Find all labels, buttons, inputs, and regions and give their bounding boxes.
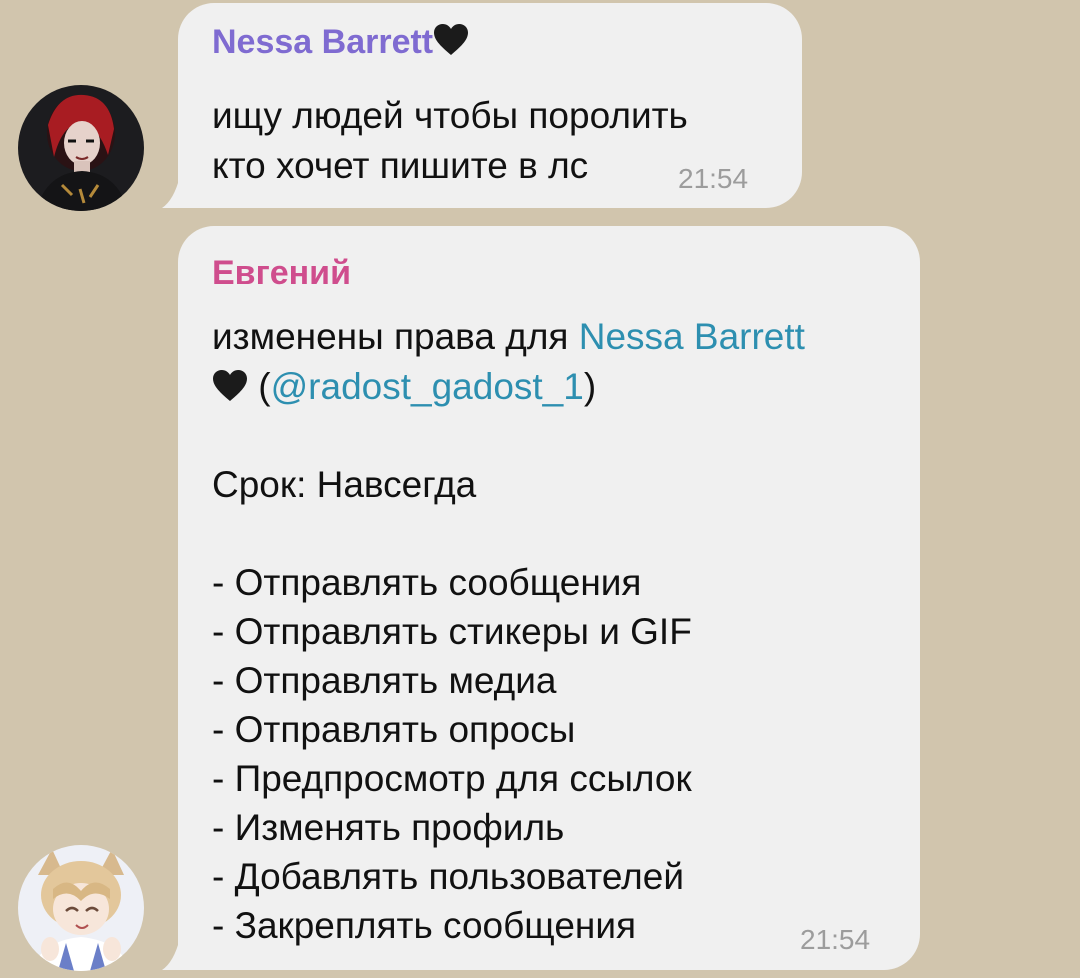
black-heart-icon: [212, 369, 248, 403]
right-item: - Отправлять стикеры и GIF: [212, 611, 692, 652]
close-paren: ): [583, 366, 597, 407]
message-text-line: ищу людей чтобы поролить: [212, 95, 688, 136]
right-item: - Отправлять опросы: [212, 709, 576, 750]
rights-intro-text: изменены права для: [212, 316, 569, 357]
right-item: - Добавлять пользователей: [212, 856, 685, 897]
right-item: - Изменять профиль: [212, 807, 565, 848]
term-text: Срок: Навсегда: [212, 464, 477, 505]
message-text-line: кто хочет пишите в лс: [212, 145, 589, 186]
anime-catboy-avatar-icon: [18, 845, 144, 971]
sender-name-text: Nessa Barrett: [212, 23, 434, 61]
right-item: - Отправлять сообщения: [212, 562, 642, 603]
girl-red-hair-avatar-icon: [18, 85, 144, 211]
right-item: - Закреплять сообщения: [212, 905, 637, 946]
right-item: - Отправлять медиа: [212, 660, 557, 701]
target-name-link[interactable]: Nessa Barrett: [579, 316, 805, 357]
bubble-tail: [162, 938, 180, 970]
sender-name[interactable]: Евгений: [212, 254, 351, 293]
avatar-evgeny[interactable]: [18, 845, 144, 971]
right-item: - Предпросмотр для ссылок: [212, 758, 692, 799]
sender-name[interactable]: Nessa Barrett: [212, 23, 469, 62]
username-link[interactable]: @radost_gadost_1: [271, 366, 584, 407]
open-paren: (: [258, 366, 271, 407]
message-bubble-evgeny[interactable]: Евгений изменены права для Nessa Barrett…: [178, 226, 920, 970]
rights-intro-line: изменены права для Nessa Barrett: [212, 316, 805, 358]
avatar-nessa[interactable]: [18, 85, 144, 211]
message-time: 21:54: [678, 163, 749, 194]
message-bubble-nessa[interactable]: Nessa Barrett ищу людей чтобы поролить к…: [178, 3, 802, 208]
message-time: 21:54: [800, 924, 871, 955]
black-heart-icon: [433, 23, 469, 57]
target-username-line: (@radost_gadost_1): [212, 366, 596, 408]
bubble-tail: [162, 176, 180, 208]
